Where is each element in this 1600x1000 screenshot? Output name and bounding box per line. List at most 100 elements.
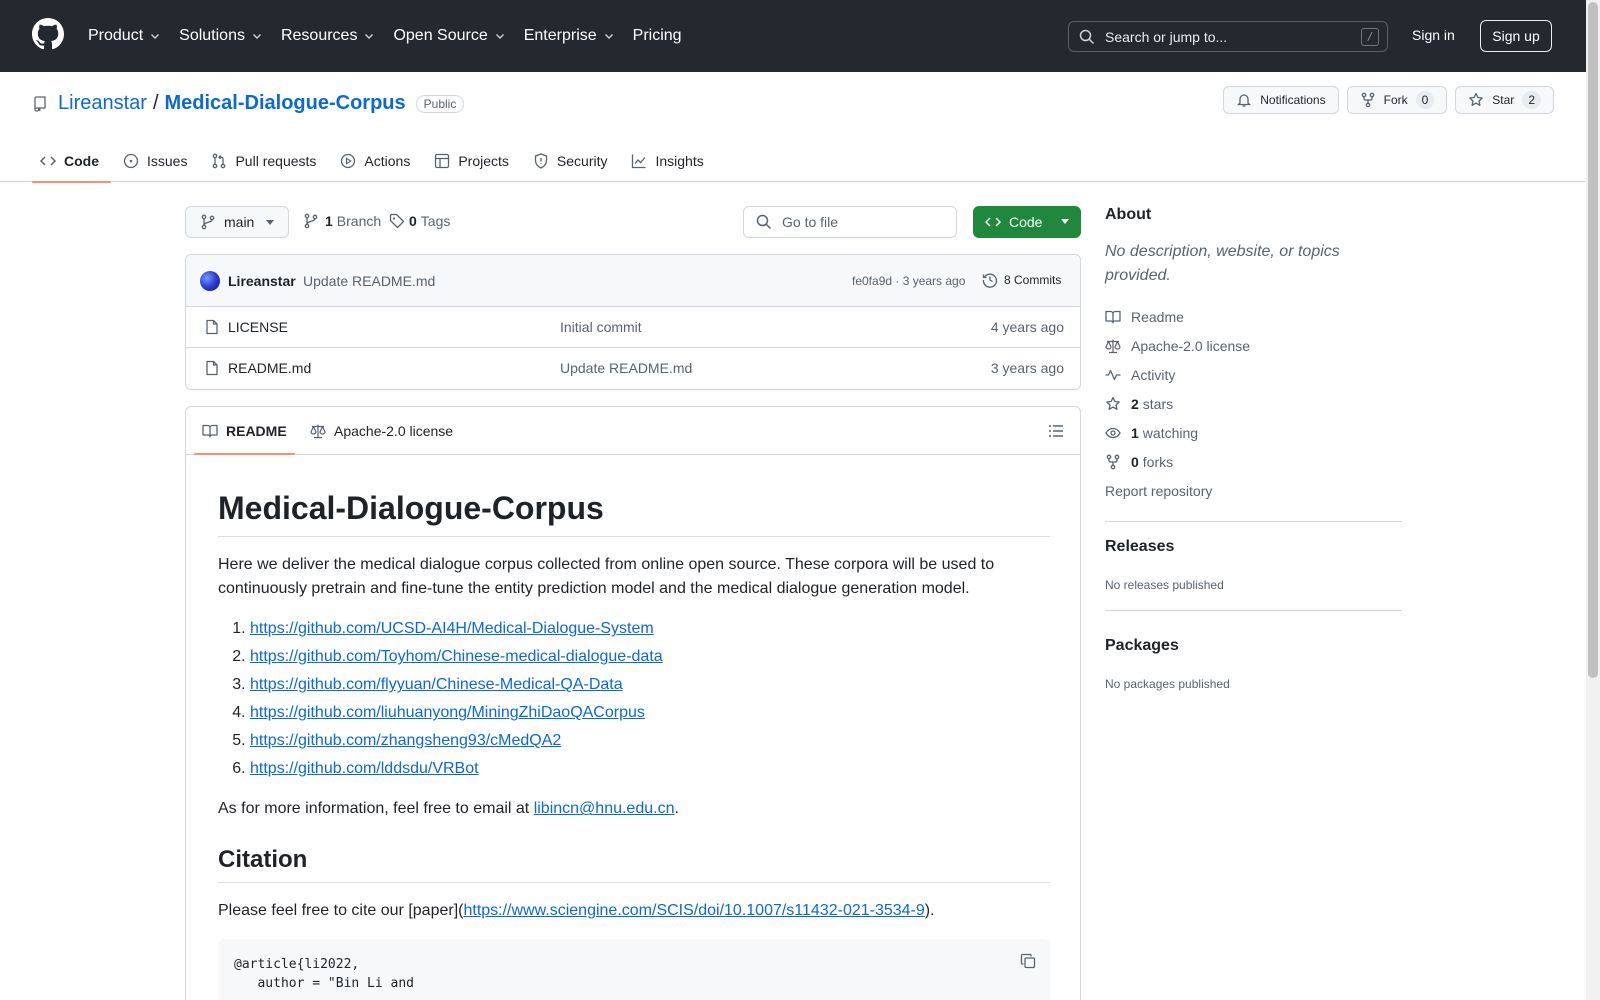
contact-suffix: . bbox=[674, 800, 679, 818]
tab-insights[interactable]: Insights bbox=[623, 140, 715, 182]
branch-icon bbox=[304, 213, 318, 229]
search-placeholder: Search or jump to... bbox=[1105, 28, 1228, 45]
tab-issues[interactable]: Issues bbox=[115, 140, 199, 182]
file-name-link[interactable]: LICENSE bbox=[228, 319, 288, 335]
corpus-link[interactable]: https://github.com/lddsdu/VRBot bbox=[250, 760, 479, 777]
repo-owner-link[interactable]: Lireanstar bbox=[58, 92, 147, 115]
branch-select-button[interactable]: main bbox=[185, 206, 289, 238]
tab-pull-requests[interactable]: Pull requests bbox=[203, 140, 328, 182]
tag-icon bbox=[389, 213, 405, 229]
corpus-link[interactable]: https://github.com/liuhuanyong/MiningZhi… bbox=[250, 704, 645, 721]
sign-up-button[interactable]: Sign up bbox=[1480, 20, 1552, 52]
table-row[interactable]: README.md Update README.md 3 years ago bbox=[186, 348, 1080, 389]
stars-link[interactable]: 2 stars bbox=[1105, 389, 1402, 418]
commit-hash-time[interactable]: fe0fa9d · 3 years ago bbox=[852, 274, 965, 288]
star-button[interactable]: Star 2 bbox=[1455, 86, 1554, 114]
code-icon bbox=[985, 217, 1001, 227]
packages-heading[interactable]: Packages bbox=[1105, 637, 1402, 655]
stars-label: stars bbox=[1142, 395, 1174, 412]
file-browser: Lireanstar Update README.md fe0fa9d · 3 … bbox=[185, 254, 1081, 390]
fork-icon bbox=[1106, 454, 1120, 469]
readme-tab[interactable]: README bbox=[194, 407, 295, 455]
nav-enterprise[interactable]: Enterprise bbox=[524, 24, 615, 48]
fork-button[interactable]: Fork 0 bbox=[1346, 86, 1448, 114]
go-to-file-input[interactable]: Go to file bbox=[743, 206, 957, 238]
corpus-link[interactable]: https://github.com/flyyuan/Chinese-Medic… bbox=[250, 676, 623, 693]
contact-prefix: As for more information, feel free to em… bbox=[218, 800, 534, 818]
tab-actions[interactable]: Actions bbox=[332, 140, 422, 182]
tab-projects[interactable]: Projects bbox=[426, 140, 521, 182]
forks-link[interactable]: 0 forks bbox=[1105, 447, 1402, 476]
repo-actions: Notifications Fork 0 Star 2 bbox=[1223, 86, 1554, 114]
nav-solutions[interactable]: Solutions bbox=[179, 24, 263, 48]
shield-icon bbox=[534, 153, 548, 169]
law-icon bbox=[1105, 339, 1121, 353]
caret-down-icon bbox=[266, 220, 274, 225]
play-icon bbox=[341, 153, 356, 169]
avatar[interactable] bbox=[200, 271, 220, 291]
branch-icon bbox=[201, 214, 215, 230]
tab-security-label: Security bbox=[556, 153, 608, 169]
file-icon bbox=[206, 360, 218, 376]
license-tab[interactable]: Apache-2.0 license bbox=[310, 407, 453, 455]
about-description: No description, website, or topics provi… bbox=[1105, 243, 1340, 284]
list-item: https://github.com/flyyuan/Chinese-Medic… bbox=[250, 673, 1050, 697]
corpus-link[interactable]: https://github.com/zhangsheng93/cMedQA2 bbox=[250, 732, 561, 749]
packages-empty: No packages published bbox=[1105, 677, 1230, 691]
file-icon bbox=[206, 319, 218, 335]
report-repository-link[interactable]: Report repository bbox=[1105, 476, 1402, 505]
nav-open-source[interactable]: Open Source bbox=[393, 24, 505, 48]
github-logo-icon[interactable] bbox=[32, 18, 64, 50]
watching-label: watching bbox=[1142, 424, 1199, 441]
corpus-link[interactable]: https://github.com/Toyhom/Chinese-medica… bbox=[250, 648, 663, 665]
corpus-link[interactable]: https://github.com/UCSD-AI4H/Medical-Dia… bbox=[250, 620, 654, 637]
nav-resources[interactable]: Resources bbox=[281, 24, 375, 48]
tab-actions-label: Actions bbox=[364, 153, 411, 169]
code-dropdown-button[interactable]: Code bbox=[973, 206, 1081, 238]
page-scrollbar[interactable] bbox=[1586, 0, 1600, 1000]
copy-icon[interactable] bbox=[1020, 953, 1036, 969]
book-icon bbox=[202, 424, 218, 438]
watching-link[interactable]: 1 watching bbox=[1105, 418, 1402, 447]
readme-link[interactable]: Readme bbox=[1105, 302, 1402, 331]
license-link[interactable]: Apache-2.0 license bbox=[1105, 331, 1402, 360]
commit-message-link[interactable]: Update README.md bbox=[303, 273, 435, 289]
activity-link[interactable]: Activity bbox=[1105, 360, 1402, 389]
table-icon bbox=[435, 153, 450, 169]
email-link[interactable]: libincn@hnu.edu.cn bbox=[534, 800, 675, 817]
nav-pricing[interactable]: Pricing bbox=[633, 24, 682, 48]
notifications-button[interactable]: Notifications bbox=[1223, 86, 1339, 114]
scrollbar-thumb[interactable] bbox=[1588, 2, 1598, 678]
file-commit-message[interactable]: Update README.md bbox=[560, 360, 692, 376]
code-line: @article{li2022, bbox=[234, 957, 360, 973]
branch-toolbar: main 1 Branch 0 Tags Go to file Code bbox=[185, 206, 1081, 238]
tab-code[interactable]: Code bbox=[32, 140, 111, 183]
sign-in-link[interactable]: Sign in bbox=[1412, 27, 1455, 43]
list-icon[interactable] bbox=[1048, 423, 1064, 439]
nav-product[interactable]: Product bbox=[88, 24, 161, 48]
repo-name-link[interactable]: Medical-Dialogue-Corpus bbox=[165, 92, 406, 115]
table-row[interactable]: LICENSE Initial commit 4 years ago bbox=[186, 307, 1080, 348]
search-input[interactable]: Search or jump to... / bbox=[1068, 21, 1388, 52]
main-content: main 1 Branch 0 Tags Go to file Code Lir… bbox=[185, 206, 1081, 1000]
branches-link[interactable]: 1 Branch bbox=[303, 213, 381, 229]
repo-sidebar: About No description, website, or topics… bbox=[1105, 206, 1402, 691]
releases-heading[interactable]: Releases bbox=[1105, 538, 1402, 556]
file-name-link[interactable]: README.md bbox=[228, 360, 311, 376]
visibility-badge: Public bbox=[415, 94, 465, 113]
tab-security[interactable]: Security bbox=[525, 140, 620, 182]
citation-code-block[interactable]: @article{li2022, author = "Bin Li and bbox=[218, 939, 1050, 1000]
divider bbox=[1105, 521, 1402, 522]
file-commit-message[interactable]: Initial commit bbox=[560, 319, 642, 335]
list-item: https://github.com/liuhuanyong/MiningZhi… bbox=[250, 701, 1050, 725]
file-commit-time: 3 years ago bbox=[990, 360, 1064, 376]
tags-link[interactable]: 0 Tags bbox=[389, 213, 450, 229]
bell-icon bbox=[1237, 94, 1252, 107]
cite-suffix: ). bbox=[924, 902, 935, 920]
paper-link[interactable]: https://www.sciengine.com/SCIS/doi/10.10… bbox=[463, 902, 924, 919]
readme-link-label: Readme bbox=[1131, 308, 1184, 325]
repo-separator: / bbox=[152, 92, 159, 114]
commits-history-link[interactable]: 8 Commits bbox=[982, 272, 1061, 288]
commit-author-link[interactable]: Lireanstar bbox=[228, 273, 296, 289]
chevron-down-icon bbox=[495, 34, 504, 39]
